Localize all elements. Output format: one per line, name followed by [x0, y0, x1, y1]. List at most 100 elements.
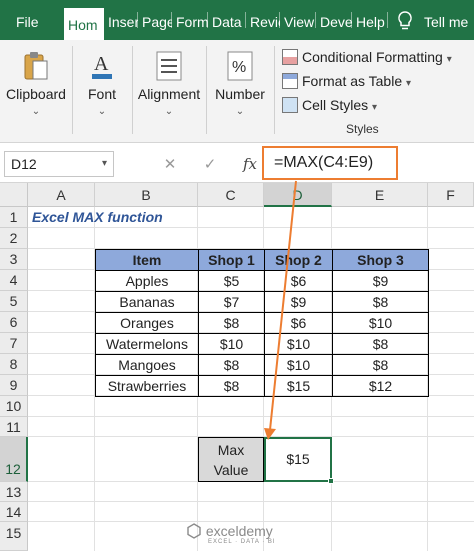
item-cell[interactable]: Strawberries [95, 375, 199, 397]
fill-handle[interactable] [328, 478, 334, 484]
shop2-cell[interactable]: $6 [264, 312, 333, 334]
shop2-cell[interactable]: $10 [264, 354, 333, 376]
row-header[interactable]: 3 [0, 249, 28, 270]
column-header-f[interactable]: F [428, 183, 474, 207]
chevron-down-icon: ⌄ [31, 106, 41, 117]
tab-view[interactable]: View [280, 0, 316, 40]
shop3-cell[interactable]: $10 [332, 312, 429, 334]
column-header-a[interactable]: A [28, 183, 95, 207]
row-header[interactable]: 2 [0, 228, 28, 249]
tab-data[interactable]: Data [208, 0, 246, 40]
formula-input[interactable]: =MAX(C4:E9) [262, 146, 398, 180]
table-icon [282, 73, 298, 89]
shop1-cell[interactable]: $8 [198, 375, 265, 397]
cancel-icon[interactable]: ✕ [150, 155, 190, 173]
shop3-cell[interactable]: $8 [332, 333, 429, 355]
row-header[interactable]: 1 [0, 207, 28, 228]
table-header-row: Item Shop 1 Shop 2 Shop 3 [95, 249, 429, 271]
item-cell[interactable]: Apples [95, 270, 199, 292]
select-all-corner[interactable] [0, 183, 28, 207]
tell-me-search[interactable]: Tell me [420, 0, 474, 40]
row-header[interactable]: 13 [0, 482, 28, 502]
chevron-down-icon: ⌄ [235, 106, 245, 117]
item-cell[interactable]: Mangoes [95, 354, 199, 376]
sheet-title[interactable]: Excel MAX function [28, 207, 163, 227]
tab-formulas[interactable]: Form [172, 0, 208, 40]
shop3-cell[interactable]: $12 [332, 375, 429, 397]
clipboard-button[interactable]: Clipboard ⌄ [4, 44, 68, 134]
column-header-c[interactable]: C [198, 183, 264, 207]
tab-insert[interactable]: Inser [104, 0, 138, 40]
percent-icon: % [227, 51, 253, 81]
header-shop2[interactable]: Shop 2 [264, 249, 333, 271]
shop1-cell[interactable]: $7 [198, 291, 265, 313]
font-label: Font [87, 86, 116, 102]
row-header-selected[interactable]: 12 [0, 437, 28, 482]
row-header[interactable]: 15 [0, 522, 28, 551]
item-cell[interactable]: Bananas [95, 291, 199, 313]
divider [206, 46, 207, 134]
name-box[interactable]: D12 ▾ [4, 151, 114, 177]
tab-page-layout[interactable]: Page [138, 0, 172, 40]
shop1-cell[interactable]: $10 [198, 333, 265, 355]
number-label: Number [215, 86, 265, 102]
shop1-cell[interactable]: $8 [198, 354, 265, 376]
chevron-down-icon: ⌄ [97, 106, 107, 117]
row-header[interactable]: 4 [0, 270, 28, 291]
shop3-cell[interactable]: $8 [332, 291, 429, 313]
row-header[interactable]: 14 [0, 502, 28, 522]
max-value-cell-d12[interactable]: $15 [264, 437, 332, 482]
shop2-cell[interactable]: $10 [264, 333, 333, 355]
font-button[interactable]: A Font ⌄ [74, 44, 130, 134]
conditional-formatting-button[interactable]: Conditional Formatting ▾ [282, 46, 452, 68]
tab-file[interactable]: File [12, 0, 56, 40]
header-shop3[interactable]: Shop 3 [332, 249, 429, 271]
column-header-e[interactable]: E [332, 183, 428, 207]
alignment-button[interactable]: Alignment ⌄ [134, 44, 204, 134]
cell-styles-button[interactable]: Cell Styles ▾ [282, 94, 377, 116]
styles-group-label: Styles [346, 122, 379, 136]
column-header-d[interactable]: D [264, 183, 332, 207]
header-item[interactable]: Item [95, 249, 199, 271]
shop2-cell[interactable]: $9 [264, 291, 333, 313]
lightbulb-icon[interactable] [396, 10, 414, 32]
tab-review[interactable]: Revie [246, 0, 280, 40]
shop2-cell[interactable]: $6 [264, 270, 333, 292]
table-row: Apples $5 $6 $9 [95, 270, 429, 292]
row-header[interactable]: 10 [0, 396, 28, 417]
shop2-cell[interactable]: $15 [264, 375, 333, 397]
shop3-cell[interactable]: $9 [332, 270, 429, 292]
align-icon [156, 51, 182, 81]
item-cell[interactable]: Oranges [95, 312, 199, 334]
row-header[interactable]: 7 [0, 333, 28, 354]
shop1-cell[interactable]: $8 [198, 312, 265, 334]
tab-help[interactable]: Help [352, 0, 388, 40]
header-shop1[interactable]: Shop 1 [198, 249, 265, 271]
row-header[interactable]: 5 [0, 291, 28, 312]
table-row: Oranges $8 $6 $10 [95, 312, 429, 334]
alignment-label: Alignment [137, 86, 201, 102]
table-row: Bananas $7 $9 $8 [95, 291, 429, 313]
row-header[interactable]: 11 [0, 417, 28, 437]
row-header[interactable]: 6 [0, 312, 28, 333]
format-as-table-button[interactable]: Format as Table ▾ [282, 70, 411, 92]
tab-home[interactable]: Hom [64, 8, 104, 40]
item-cell[interactable]: Watermelons [95, 333, 199, 355]
divider [274, 46, 275, 134]
shop1-cell[interactable]: $5 [198, 270, 265, 292]
enter-icon[interactable]: ✓ [190, 155, 230, 173]
cell-styles-icon [282, 97, 298, 113]
table-row: Watermelons $10 $10 $8 [95, 333, 429, 355]
tab-developer[interactable]: Deve [316, 0, 352, 40]
row-header[interactable]: 8 [0, 354, 28, 375]
chevron-down-icon: ⌄ [164, 106, 174, 117]
row-header[interactable]: 9 [0, 375, 28, 396]
max-label-line2: Value [213, 462, 249, 478]
shop3-cell[interactable]: $8 [332, 354, 429, 376]
number-button[interactable]: % Number ⌄ [210, 44, 270, 134]
chevron-down-icon[interactable]: ▾ [102, 152, 107, 176]
column-header-b[interactable]: B [95, 183, 198, 207]
table-row: Strawberries $8 $15 $12 [95, 375, 429, 397]
max-value-label-cell[interactable]: Max Value [198, 437, 264, 482]
watermark-subtext: EXCEL · DATA · BI [208, 539, 276, 545]
